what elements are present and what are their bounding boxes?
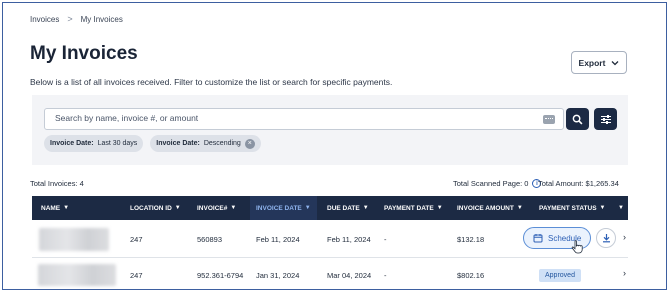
filter-chip-value: Descending xyxy=(203,140,241,147)
cell-invoice-date: Feb 11, 2024 xyxy=(256,235,300,244)
caret-down-icon: ▼ xyxy=(174,205,181,211)
filter-chip-date-range[interactable]: Invoice Date: Last 30 days xyxy=(44,135,144,152)
keyboard-icon xyxy=(543,115,555,124)
column-header-label: LOCATION ID xyxy=(130,204,172,212)
search-button[interactable] xyxy=(566,108,589,130)
download-button[interactable] xyxy=(596,228,616,248)
column-header-name[interactable]: NAME ▼ xyxy=(41,196,69,220)
search-box xyxy=(44,108,564,130)
filter-chips: Invoice Date: Last 30 days Invoice Date:… xyxy=(44,135,261,152)
caret-down-icon: ▼ xyxy=(63,205,70,211)
column-header-invoice-number[interactable]: INVOICE# ▼ xyxy=(197,196,236,220)
cell-invoice-date: Jan 31, 2024 xyxy=(256,271,300,280)
cell-due-date: Feb 11, 2024 xyxy=(327,235,371,244)
search-input[interactable] xyxy=(55,113,535,123)
filter-chip-value: Last 30 days xyxy=(97,140,138,147)
column-header-label: PAYMENT STATUS xyxy=(539,204,597,212)
download-icon xyxy=(602,234,610,243)
page-title: My Invoices xyxy=(30,43,138,64)
row-expand-chevron-icon[interactable]: › xyxy=(623,268,626,278)
row-expand-chevron-icon[interactable]: › xyxy=(623,232,626,242)
sliders-icon xyxy=(600,114,611,124)
caret-down-icon: ▼ xyxy=(599,205,606,211)
column-header-label: NAME xyxy=(41,204,61,212)
redacted-name xyxy=(38,264,116,286)
column-header-label: INVOICE# xyxy=(197,204,228,212)
cell-payment-date: - xyxy=(384,235,387,244)
chevron-down-icon xyxy=(611,60,619,65)
page-frame: Invoices > My Invoices My Invoices Below… xyxy=(2,2,667,290)
column-header-label: INVOICE AMOUNT xyxy=(457,204,514,212)
column-header-label: DUE DATE xyxy=(327,204,360,212)
export-button-label: Export xyxy=(578,57,606,68)
cursor-hand-icon xyxy=(571,240,583,254)
column-header-payment-date[interactable]: PAYMENT DATE ▼ xyxy=(384,196,443,220)
status-badge: Approved xyxy=(539,269,581,282)
filter-chip-sort-order[interactable]: Invoice Date: Descending × xyxy=(150,135,261,152)
column-header-label: PAYMENT DATE xyxy=(384,204,434,212)
column-header-due-date[interactable]: DUE DATE ▼ xyxy=(327,196,369,220)
calendar-icon xyxy=(533,234,543,243)
cell-due-date: Mar 04, 2024 xyxy=(327,271,372,280)
search-icon xyxy=(572,114,583,124)
cell-location-id: 247 xyxy=(130,235,143,244)
cell-invoice-amount: $132.18 xyxy=(457,235,485,244)
close-icon[interactable]: × xyxy=(244,138,255,149)
caret-down-icon: ▼ xyxy=(362,205,369,211)
page-description: Below is a list of all invoices received… xyxy=(30,77,393,87)
caret-down-icon: ▼ xyxy=(230,205,237,211)
table-header: NAME ▼ LOCATION ID ▼ INVOICE# ▼ INVOICE DAT… xyxy=(32,196,628,220)
more-columns-caret[interactable]: ▼ xyxy=(618,196,624,220)
table-row[interactable]: 247 952.361-6794 Jan 31, 2024 Mar 04, 20… xyxy=(32,258,628,289)
cell-invoice-number: 952.361-6794 xyxy=(197,271,244,280)
breadcrumb-current: My Invoices xyxy=(80,14,123,24)
total-scanned-page: Total Scanned Page: 0 xyxy=(453,179,529,188)
caret-down-icon: ▼ xyxy=(304,205,311,211)
breadcrumb-invoices-link[interactable]: Invoices xyxy=(30,15,59,24)
breadcrumb: Invoices > My Invoices xyxy=(30,14,123,24)
cell-payment-date: - xyxy=(384,271,387,280)
scanned-page-summary: Total Scanned Page: 0 i xyxy=(453,179,542,188)
column-header-label: INVOICE DATE xyxy=(256,204,302,212)
column-header-location-id[interactable]: LOCATION ID ▼ xyxy=(130,196,181,220)
cell-invoice-number: 560893 xyxy=(197,235,223,244)
caret-down-icon: ▼ xyxy=(436,205,443,211)
table-row[interactable]: 247 560893 Feb 11, 2024 Feb 11, 2024 - $… xyxy=(32,220,628,258)
filter-settings-button[interactable] xyxy=(594,108,617,130)
total-invoices: Total Invoices: 4 xyxy=(30,179,84,188)
column-header-payment-status[interactable]: PAYMENT STATUS ▼ xyxy=(539,196,606,220)
redacted-name xyxy=(39,228,109,251)
filter-chip-label: Invoice Date: xyxy=(50,140,94,147)
column-header-invoice-amount[interactable]: INVOICE AMOUNT ▼ xyxy=(457,196,523,220)
caret-down-icon: ▼ xyxy=(618,205,624,211)
caret-down-icon: ▼ xyxy=(516,205,523,211)
chevron-right-icon: > xyxy=(67,14,73,24)
cell-invoice-amount: $802.16 xyxy=(457,271,485,280)
column-header-invoice-date[interactable]: INVOICE DATE ▼ xyxy=(250,196,317,220)
filter-chip-label: Invoice Date: xyxy=(156,140,200,147)
cell-location-id: 247 xyxy=(130,271,143,280)
export-button[interactable]: Export xyxy=(571,51,627,74)
filter-panel: Invoice Date: Last 30 days Invoice Date:… xyxy=(32,95,628,165)
total-amount: Total Amount: $1,265.34 xyxy=(538,179,619,188)
